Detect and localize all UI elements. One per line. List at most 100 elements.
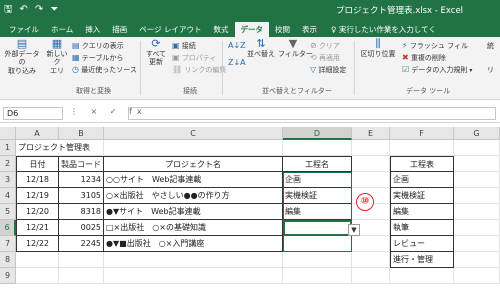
cell-product-code[interactable]: 3105 [59,188,104,204]
flash-fill-button[interactable]: ⚡ フラッシュ フィル [402,41,468,51]
cell-project-name[interactable]: ○○サイト Web記事連載 [104,172,283,188]
cell[interactable] [16,268,59,284]
name-box[interactable]: D6 [3,107,63,120]
customize-qat-icon[interactable]: ⏷ [50,3,58,17]
cell[interactable] [454,268,500,284]
cell[interactable] [390,140,454,156]
redo-icon[interactable]: ↷ [35,3,43,17]
row-header-7[interactable]: 7 [0,236,16,252]
connections-button[interactable]: ▣ 接続 [172,41,196,51]
cell-product-code[interactable]: 2245 [59,236,104,252]
relationships-button[interactable]: リ [487,66,494,75]
cell-process-name[interactable]: 編集 [283,204,352,220]
data-validation-button[interactable]: ☑ データの入力規則 ▾ [402,65,472,76]
cell[interactable] [454,188,500,204]
tab-page-layout[interactable]: ページ レイアウト [133,22,207,37]
save-icon[interactable]: 🖫 [4,3,13,17]
consolidate-button[interactable]: 統 [487,42,494,51]
process-list-item[interactable]: 執筆 [390,220,454,236]
process-list-item[interactable]: 企画 [390,172,454,188]
cell-date[interactable]: 12/20 [16,204,59,220]
cell-process-name[interactable]: 企画 [283,172,352,188]
sort-button[interactable]: ⇅ 並べ替え [246,38,276,58]
cell-project-name[interactable]: ●▼サイト Web記事連載 [104,204,283,220]
header-project-name[interactable]: プロジェクト名 [104,156,283,172]
cell[interactable] [352,156,390,172]
cell[interactable] [352,236,390,252]
column-header-g[interactable]: G [454,127,500,140]
row-header-6[interactable]: 6 [0,220,16,236]
column-header-d[interactable]: D [283,127,352,140]
cell-project-name[interactable]: ●▼■出版社 ○×入門講座 [104,236,283,252]
from-table-button[interactable]: ▦ テーブルから [72,53,123,63]
cell-date[interactable]: 12/22 [16,236,59,252]
cell[interactable] [104,252,283,268]
cell[interactable] [454,140,500,156]
process-list-item[interactable]: レビュー [390,236,454,252]
cell[interactable] [283,252,352,268]
cell[interactable] [283,140,352,156]
tab-insert[interactable]: 挿入 [79,22,106,37]
tab-view[interactable]: 表示 [296,22,323,37]
filter-button[interactable]: ▼ フィルター [278,38,313,58]
properties-button[interactable]: ▣ プロパティ [172,53,216,63]
dropdown-arrow-icon[interactable]: ▼ [348,224,360,236]
select-all-corner[interactable] [0,127,16,140]
text-to-columns-button[interactable]: ⫼ 区切り位置 [358,38,398,58]
cell[interactable] [390,268,454,284]
cell[interactable] [454,236,500,252]
get-external-data-button[interactable]: ▤ 外部データの 取り込み [2,38,42,75]
cell[interactable] [352,172,390,188]
process-list-item[interactable]: 編集 [390,204,454,220]
header-product-code[interactable]: 製品コード [59,156,104,172]
column-header-f[interactable]: F [390,127,454,140]
cell-process-name[interactable] [283,236,352,252]
row-header-4[interactable]: 4 [0,188,16,204]
cell[interactable] [16,252,59,268]
tab-home[interactable]: ホーム [45,22,79,37]
cell-project-name[interactable]: □×出版社 ○×の基礎知識 [104,220,283,236]
cell[interactable] [59,268,104,284]
row-header-3[interactable]: 3 [0,172,16,188]
cell-product-code[interactable]: 1234 [59,172,104,188]
remove-duplicates-button[interactable]: ✖ 重複の削除 [402,53,446,63]
cell-product-code[interactable]: 0025 [59,220,104,236]
cell[interactable] [454,220,500,236]
tab-file[interactable]: ファイル [3,22,45,37]
row-header-1[interactable]: 1 [0,140,16,156]
cell[interactable] [104,140,283,156]
reapply-button[interactable]: ⟲ 再適用 [310,53,340,63]
process-table-header[interactable]: 工程表 [390,156,454,172]
cell-date[interactable]: 12/21 [16,220,59,236]
refresh-all-button[interactable]: ⟳ すべて 更新 [143,38,169,67]
row-header-9[interactable]: 9 [0,268,16,284]
edit-links-button[interactable]: ⛓ リンクの編集 [172,65,226,75]
clear-button[interactable]: ⊘ クリア [310,41,340,51]
cell[interactable] [352,140,390,156]
cell[interactable] [352,252,390,268]
sheet-title[interactable]: プロジェクト管理表 [16,140,90,156]
header-process-name[interactable]: 工程名 [283,156,352,172]
tell-me-box[interactable]: ♀ 実行したい作業を入力してく [331,22,436,37]
recent-sources-button[interactable]: ◷ 最近使ったソース [72,65,137,75]
cell[interactable] [352,268,390,284]
cell-project-name[interactable]: ○×出版社 やさしい●●の作り方 [104,188,283,204]
cell[interactable] [283,268,352,284]
advanced-filter-button[interactable]: ▽ 詳細設定 [310,65,346,75]
cell[interactable] [454,156,500,172]
sort-ascending-button[interactable]: A↓Z [228,41,246,51]
new-query-button[interactable]: ▦ 新しいク エリ [44,38,70,75]
process-list-item[interactable]: 進行・管理 [390,252,454,268]
column-header-a[interactable]: A [16,127,59,140]
cell[interactable] [454,204,500,220]
cell-process-name[interactable]: 実機検証 [283,188,352,204]
row-header-2[interactable]: 2 [0,156,16,172]
undo-icon[interactable]: ↶ [20,3,28,17]
column-header-b[interactable]: B [59,127,104,140]
cell[interactable] [104,268,283,284]
process-list-item[interactable]: 実機検証 [390,188,454,204]
row-header-8[interactable]: 8 [0,252,16,268]
cell[interactable] [59,140,104,156]
cell[interactable] [454,252,500,268]
cell-date[interactable]: 12/19 [16,188,59,204]
